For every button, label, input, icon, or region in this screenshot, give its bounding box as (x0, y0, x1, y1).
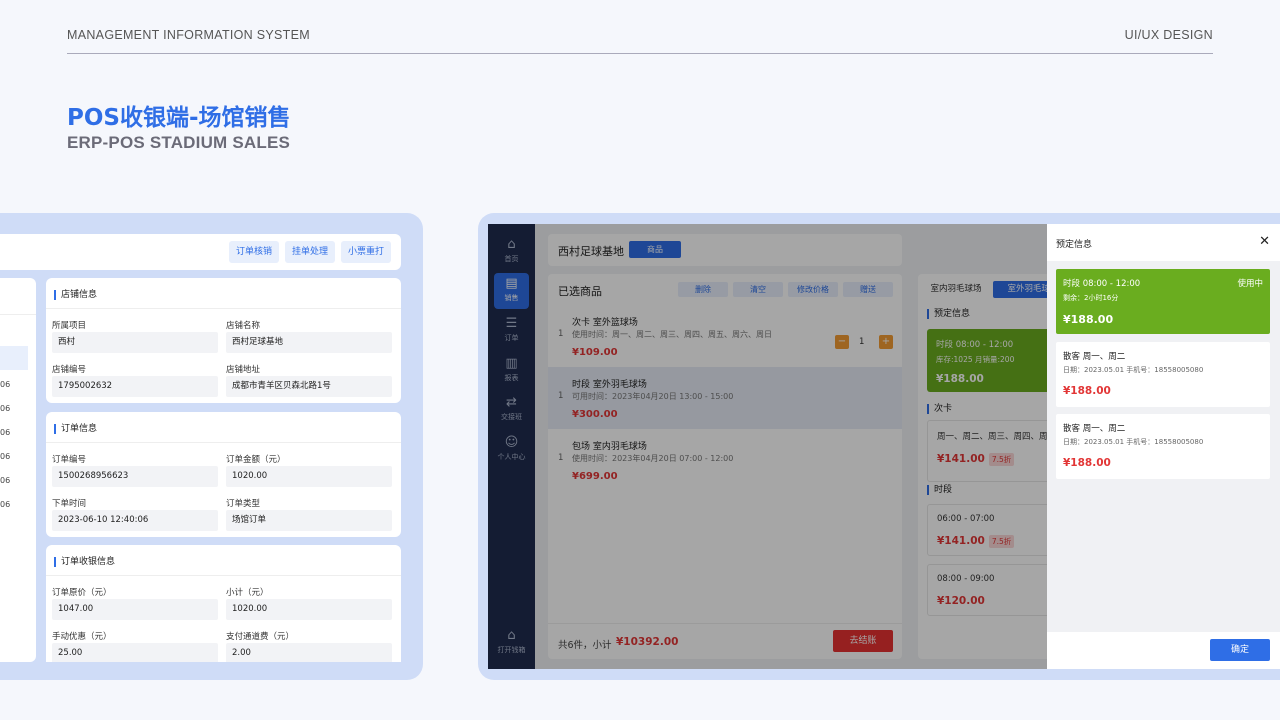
selected-row[interactable] (0, 346, 28, 370)
field-label: 下单时间 (52, 499, 87, 509)
page-title: POS收银端-场馆销售 (67, 105, 291, 131)
drawer-header: 预定信息 ✕ (1047, 224, 1280, 261)
field-label: 订单金额（元） (226, 455, 286, 465)
customer-days: 散客 周一、周二 (1063, 352, 1126, 362)
field-label: 店铺编号 (52, 365, 87, 375)
pending-order-button[interactable]: 挂单处理 (285, 241, 335, 263)
booking-meta: 日期：2023.05.01 手机号：18558005080 (1063, 366, 1204, 374)
active-booking-card[interactable]: 时段 08:00 - 12:00 使用中 剩余：2小时16分 ¥188.00 (1056, 269, 1270, 334)
top-toolbar: 订单核销 挂单处理 小票重打 (0, 234, 401, 270)
booking-time: 时段 08:00 - 12:00 (1063, 279, 1141, 289)
customer-days: 散客 周一、周二 (1063, 424, 1126, 434)
reprint-receipt-button[interactable]: 小票重打 (341, 241, 391, 263)
list-item-time[interactable]: 06 (0, 500, 10, 509)
remaining-time: 剩余：2小时16分 (1063, 294, 1119, 302)
booking-price: ¥188.00 (1063, 385, 1111, 397)
list-divider (0, 314, 36, 315)
page-subtitle: ERP-POS STADIUM SALES (67, 133, 291, 152)
card-title: 订单信息 (54, 424, 97, 434)
order-detail-screen: 订单核销 挂单处理 小票重打 06 06 06 06 06 06 店铺信息 所属… (0, 234, 401, 662)
field-label: 所属项目 (52, 321, 87, 331)
field-label: 店铺名称 (226, 321, 261, 331)
field-label: 支付通道费（元） (226, 632, 295, 642)
booking-meta: 日期：2023.05.01 手机号：18558005080 (1063, 438, 1204, 446)
field-label: 订单类型 (226, 499, 261, 509)
list-item-time[interactable]: 06 (0, 404, 10, 413)
header-divider (67, 53, 1213, 54)
field-label: 小计（元） (226, 588, 269, 598)
booking-card[interactable]: 散客 周一、周二 日期：2023.05.01 手机号：18558005080 ¥… (1056, 342, 1270, 407)
modal-overlay[interactable] (488, 224, 1047, 669)
field-value: 成都市青羊区贝森北路1号 (226, 376, 392, 397)
card-title: 订单收银信息 (54, 557, 115, 567)
card-title: 店铺信息 (54, 290, 97, 300)
list-item-time[interactable]: 06 (0, 476, 10, 485)
payment-info-card: 订单收银信息 订单原价（元） 1047.00 小计（元） 1020.00 手动优… (46, 545, 401, 662)
field-value: 1020.00 (226, 466, 392, 487)
list-item-time[interactable]: 06 (0, 428, 10, 437)
field-value: 西村足球基地 (226, 332, 392, 353)
divider (46, 442, 401, 443)
drawer-footer: 确定 (1047, 632, 1280, 669)
field-value: 25.00 (52, 643, 218, 662)
field-value: 2023-06-10 12:40:06 (52, 510, 218, 531)
header-left: MANAGEMENT INFORMATION SYSTEM (67, 28, 310, 42)
field-value: 1795002632 (52, 376, 218, 397)
field-value: 1047.00 (52, 599, 218, 620)
status-badge: 使用中 (1237, 279, 1263, 289)
list-item-time[interactable]: 06 (0, 380, 10, 389)
booking-price: ¥188.00 (1063, 313, 1114, 326)
field-label: 订单编号 (52, 455, 87, 465)
divider (46, 308, 401, 309)
field-label: 手动优惠（元） (52, 632, 112, 642)
field-value: 1500268956623 (52, 466, 218, 487)
order-info-card: 订单信息 订单编号 1500268956623 订单金额（元） 1020.00 … (46, 412, 401, 537)
verify-order-button[interactable]: 订单核销 (229, 241, 279, 263)
field-value: 2.00 (226, 643, 392, 662)
field-label: 店铺地址 (226, 365, 261, 375)
field-value: 场馆订单 (226, 510, 392, 531)
confirm-button[interactable]: 确定 (1210, 639, 1270, 661)
booking-card[interactable]: 散客 周一、周二 日期：2023.05.01 手机号：18558005080 ¥… (1056, 414, 1270, 479)
field-label: 订单原价（元） (52, 588, 112, 598)
booking-price: ¥188.00 (1063, 457, 1111, 469)
field-value: 1020.00 (226, 599, 392, 620)
order-list-column: 06 06 06 06 06 06 (0, 278, 36, 662)
booking-drawer: 预定信息 ✕ 时段 08:00 - 12:00 使用中 剩余：2小时16分 ¥1… (1047, 224, 1280, 669)
store-info-card: 店铺信息 所属项目 西村 店铺名称 西村足球基地 店铺编号 1795002632… (46, 278, 401, 403)
header-right: UI/UX DESIGN (1124, 28, 1213, 42)
field-value: 西村 (52, 332, 218, 353)
close-icon[interactable]: ✕ (1259, 234, 1270, 249)
pos-screen: ⌂ 首页 ▤ 销售 ☰ 订单 ▥ 报表 ⇄ 交接班 ☺ 个人中心 ⌂ 打开钱箱 西村足球基地 … (488, 224, 1280, 669)
list-item-time[interactable]: 06 (0, 452, 10, 461)
divider (46, 575, 401, 576)
drawer-title: 预定信息 (1056, 240, 1093, 250)
